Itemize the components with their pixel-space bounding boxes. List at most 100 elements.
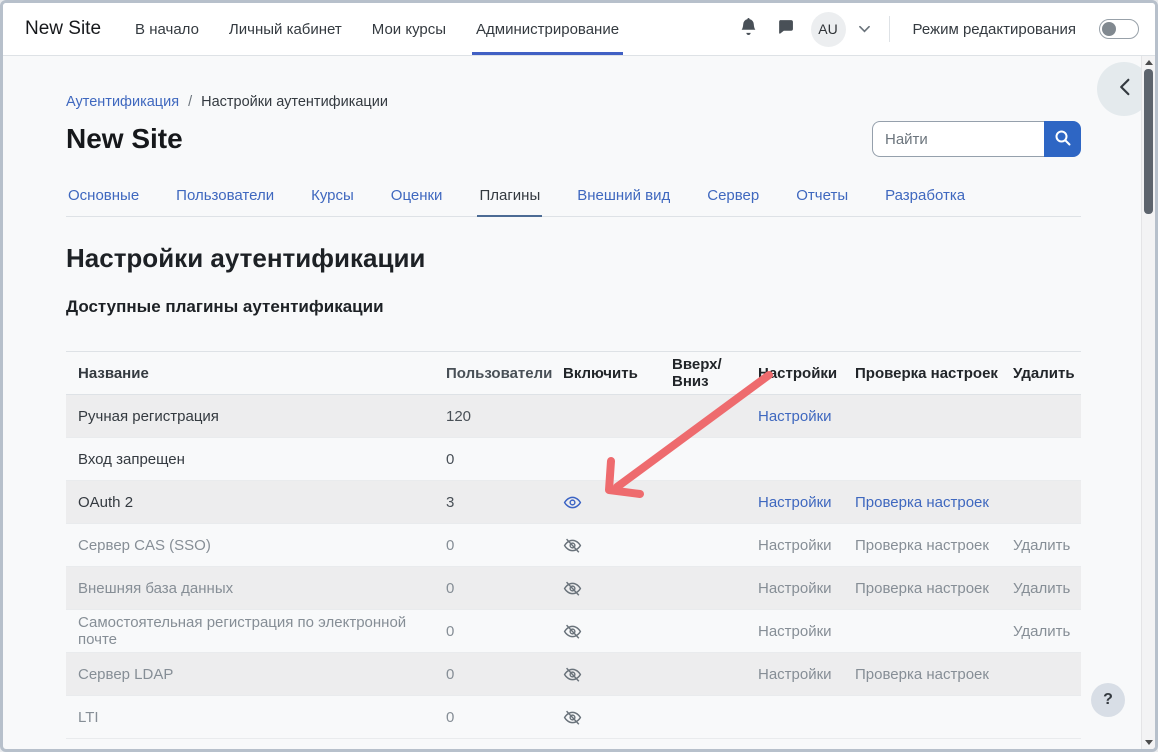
bell-icon — [740, 18, 757, 40]
settings-link[interactable]: Настройки — [758, 623, 832, 640]
settings-link[interactable]: Настройки — [758, 494, 832, 511]
chat-icon — [777, 18, 794, 40]
magnifier-icon — [1054, 129, 1072, 150]
tab-general[interactable]: Основные — [66, 177, 141, 216]
tab-grades[interactable]: Оценки — [389, 177, 445, 216]
breadcrumb-current: Настройки аутентификации — [201, 94, 388, 110]
col-header-users: Пользователи — [446, 365, 563, 382]
notifications-button[interactable] — [737, 17, 761, 41]
table-row: OAuth 2 3 Настройки Проверка настроек — [66, 481, 1081, 524]
scrollbar-thumb[interactable] — [1144, 69, 1153, 214]
plugin-user-count: 3 — [446, 494, 563, 511]
scroll-up-arrow[interactable] — [1145, 60, 1153, 65]
nav-item-home[interactable]: В начало — [135, 3, 199, 55]
search-button[interactable] — [1044, 121, 1081, 157]
delete-link[interactable]: Удалить — [1013, 623, 1070, 640]
plugin-name: OAuth 2 — [66, 494, 446, 511]
user-avatar[interactable]: AU — [811, 12, 846, 47]
tab-courses[interactable]: Курсы — [309, 177, 356, 216]
settings-link[interactable]: Настройки — [758, 537, 832, 554]
test-settings-link[interactable]: Проверка настроек — [855, 580, 989, 597]
col-header-name: Название — [66, 365, 446, 382]
table-row: LTI 0 — [66, 696, 1081, 739]
plugin-name: LTI — [66, 709, 446, 726]
scroll-down-arrow[interactable] — [1145, 740, 1153, 745]
breadcrumb: Аутентификация / Настройки аутентификаци… — [66, 94, 1081, 110]
tab-development[interactable]: Разработка — [883, 177, 967, 216]
plugin-name: Сервер LDAP — [66, 666, 446, 683]
moodle-admin-window: New Site В начало Личный кабинет Мои кур… — [0, 0, 1158, 752]
top-navbar: New Site В начало Личный кабинет Мои кур… — [3, 3, 1155, 56]
auth-plugins-table: Название Пользователи Включить Вверх/Вни… — [66, 351, 1081, 739]
vertical-scrollbar[interactable] — [1141, 56, 1155, 749]
settings-link[interactable]: Настройки — [758, 580, 832, 597]
col-header-settings: Настройки — [758, 365, 855, 382]
navbar-divider — [889, 16, 890, 42]
primary-nav: В начало Личный кабинет Мои курсы Админи… — [135, 3, 619, 55]
table-row: Внешняя база данных 0 Настройки Проверка… — [66, 567, 1081, 610]
plugin-name: Ручная регистрация — [66, 408, 446, 425]
plugin-user-count: 0 — [446, 623, 563, 640]
toggle-knob — [1102, 22, 1116, 36]
plugin-name: Внешняя база данных — [66, 580, 446, 597]
eye-icon[interactable] — [563, 493, 582, 512]
title-row: New Site — [66, 121, 1081, 157]
col-header-test: Проверка настроек — [855, 365, 1013, 382]
user-menu-button[interactable] — [859, 20, 870, 38]
plugin-name: Самостоятельная регистрация по электронн… — [66, 614, 446, 648]
table-row: Вход запрещен 0 — [66, 438, 1081, 481]
eye-slash-icon[interactable] — [563, 665, 582, 684]
col-header-delete: Удалить — [1013, 365, 1079, 382]
section-subheading: Доступные плагины аутентификации — [66, 297, 1081, 317]
section-heading: Настройки аутентификации — [66, 243, 1081, 274]
plugin-user-count: 0 — [446, 580, 563, 597]
table-row: Сервер LDAP 0 Настройки Проверка настрое… — [66, 653, 1081, 696]
main-content: Аутентификация / Настройки аутентификаци… — [3, 94, 1155, 739]
plugin-user-count: 0 — [446, 451, 563, 468]
plugin-name: Вход запрещен — [66, 451, 446, 468]
site-brand[interactable]: New Site — [25, 3, 101, 55]
tab-plugins[interactable]: Плагины — [477, 177, 542, 216]
tab-server[interactable]: Сервер — [705, 177, 761, 216]
help-button[interactable]: ? — [1091, 683, 1125, 717]
plugin-user-count: 0 — [446, 709, 563, 726]
nav-item-administration[interactable]: Администрирование — [476, 3, 619, 55]
table-row: Самостоятельная регистрация по электронн… — [66, 610, 1081, 653]
delete-link[interactable]: Удалить — [1013, 580, 1070, 597]
search-input[interactable] — [872, 121, 1044, 157]
plugin-user-count: 0 — [446, 537, 563, 554]
plugin-name: Сервер CAS (SSO) — [66, 537, 446, 554]
tab-users[interactable]: Пользователи — [174, 177, 276, 216]
tab-appearance[interactable]: Внешний вид — [575, 177, 672, 216]
test-settings-link[interactable]: Проверка настроек — [855, 537, 989, 554]
delete-link[interactable]: Удалить — [1013, 537, 1070, 554]
nav-item-my-courses[interactable]: Мои курсы — [372, 3, 446, 55]
navbar-right: AU Режим редактирования — [737, 3, 1139, 55]
eye-slash-icon[interactable] — [563, 708, 582, 727]
breadcrumb-separator: / — [188, 94, 192, 110]
settings-link[interactable]: Настройки — [758, 408, 832, 425]
edit-mode-label: Режим редактирования — [913, 21, 1076, 38]
eye-slash-icon[interactable] — [563, 579, 582, 598]
chevron-down-icon — [859, 20, 870, 38]
eye-slash-icon[interactable] — [563, 536, 582, 555]
chevron-left-icon — [1119, 78, 1130, 101]
col-header-enable: Включить — [563, 365, 672, 382]
test-settings-link[interactable]: Проверка настроек — [855, 666, 989, 683]
breadcrumb-authentication[interactable]: Аутентификация — [66, 94, 179, 110]
table-row: Ручная регистрация 120 Настройки — [66, 395, 1081, 438]
table-header-row: Название Пользователи Включить Вверх/Вни… — [66, 352, 1081, 395]
edit-mode-toggle[interactable] — [1099, 19, 1139, 39]
page-title: New Site — [66, 123, 183, 155]
settings-link[interactable]: Настройки — [758, 666, 832, 683]
search-box — [872, 121, 1081, 157]
messages-button[interactable] — [774, 17, 798, 41]
settings-tabs: Основные Пользователи Курсы Оценки Плаги… — [66, 177, 1081, 217]
table-row: Сервер CAS (SSO) 0 Настройки Проверка на… — [66, 524, 1081, 567]
plugin-user-count: 120 — [446, 408, 563, 425]
plugin-user-count: 0 — [446, 666, 563, 683]
eye-slash-icon[interactable] — [563, 622, 582, 641]
test-settings-link[interactable]: Проверка настроек — [855, 494, 989, 511]
nav-item-dashboard[interactable]: Личный кабинет — [229, 3, 342, 55]
tab-reports[interactable]: Отчеты — [794, 177, 850, 216]
